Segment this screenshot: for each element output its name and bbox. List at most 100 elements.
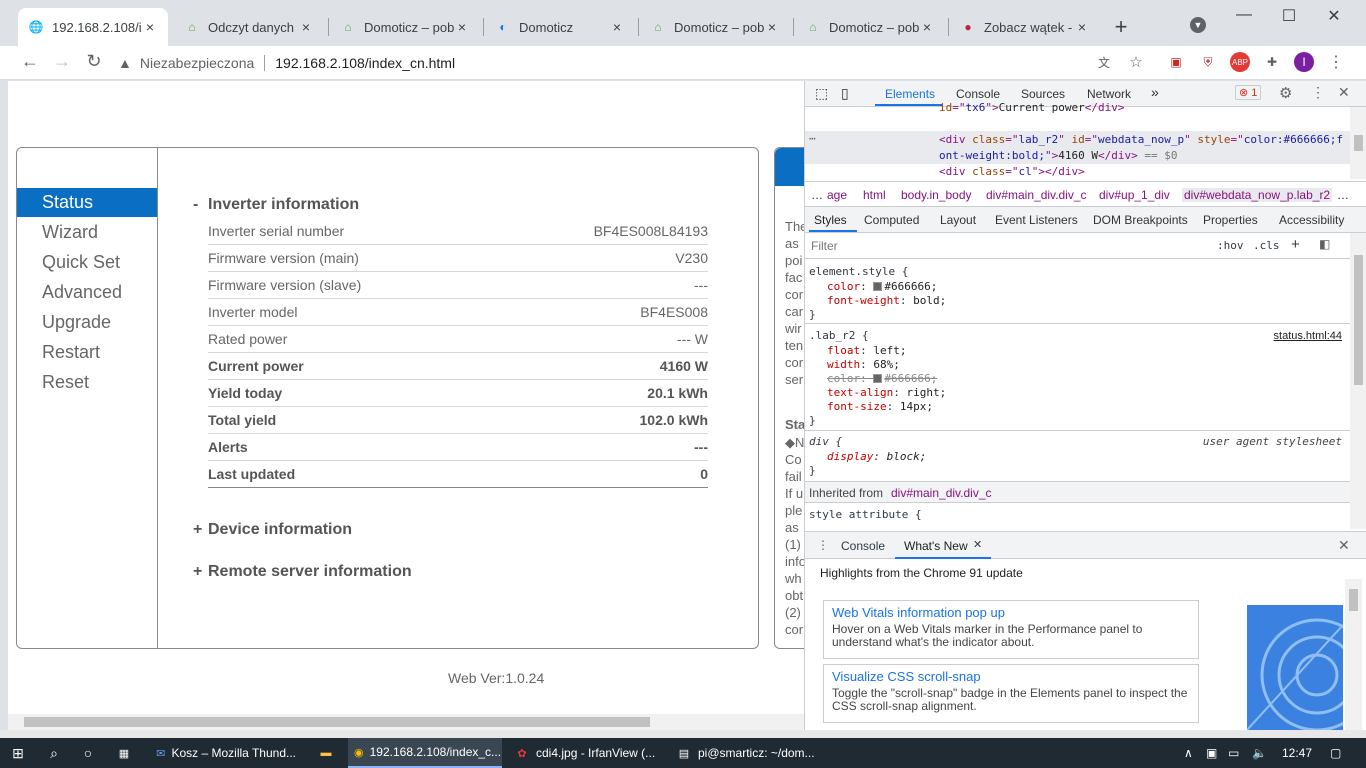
subtab-computed[interactable]: Computed: [864, 213, 919, 227]
browser-tab-2[interactable]: ⌂ Odczyt danych z ×: [174, 8, 324, 46]
feature-card[interactable]: Visualize CSS scroll-snap Toggle the "sc…: [823, 664, 1199, 723]
dom-line-selected-cont[interactable]: ont-weight:bold;">4160 W</div> == $0: [939, 148, 1177, 164]
style-selector[interactable]: div {: [809, 435, 842, 450]
back-arrow-icon[interactable]: ←: [18, 51, 42, 72]
inspect-element-icon[interactable]: ⬚: [815, 85, 828, 102]
drawer-tab-whats-new[interactable]: What's New: [904, 539, 968, 553]
error-badge[interactable]: ⊗ 1: [1235, 85, 1262, 100]
style-selector[interactable]: style attribute {: [809, 508, 922, 523]
subtab-properties[interactable]: Properties: [1203, 213, 1258, 227]
feature-card[interactable]: Web Vitals information pop up Hover on a…: [823, 600, 1199, 659]
taskbar-app-chrome[interactable]: ◉ 192.168.2.108/index_c...: [348, 738, 502, 768]
close-window-icon[interactable]: ✕: [1324, 6, 1344, 26]
scrollbar-thumb[interactable]: [1354, 255, 1363, 385]
bookmark-star-icon[interactable]: ☆: [1126, 52, 1146, 72]
sidebar-item-status[interactable]: Status: [17, 188, 157, 217]
url-text[interactable]: 192.168.2.108/index_cn.html: [275, 55, 455, 71]
forward-arrow-icon[interactable]: →: [50, 51, 74, 72]
cls-toggle[interactable]: .cls: [1253, 239, 1280, 252]
search-button[interactable]: ⌕: [40, 738, 74, 768]
inverter-section-header[interactable]: - Inverter information: [193, 196, 713, 214]
subtab-event-listeners[interactable]: Event Listeners: [995, 213, 1078, 227]
warning-triangle-icon[interactable]: ▲: [118, 55, 132, 71]
close-tab-icon[interactable]: ×: [142, 19, 158, 35]
cortana-button[interactable]: ○: [74, 738, 108, 768]
section-title[interactable]: Inverter information: [208, 196, 359, 214]
elements-scrollbar[interactable]: [1350, 107, 1366, 179]
filter-input[interactable]: Filter: [811, 239, 838, 253]
reload-icon[interactable]: ↻: [82, 51, 106, 72]
sidebar-item-upgrade[interactable]: Upgrade: [17, 308, 157, 337]
close-drawer-tab-icon[interactable]: ✕: [973, 538, 982, 551]
style-selector[interactable]: element.style {: [809, 265, 908, 280]
close-tab-icon[interactable]: ×: [1074, 19, 1090, 35]
subtab-layout[interactable]: Layout: [940, 213, 976, 227]
tray-chevron-icon[interactable]: ∧: [1184, 746, 1193, 760]
style-decl[interactable]: width: 68%;: [827, 358, 900, 373]
pocket-extension-icon[interactable]: ▣: [1166, 52, 1186, 72]
drawer-tab-console[interactable]: Console: [841, 539, 885, 553]
taskbar-app-terminal[interactable]: ▤ pi@smarticz: ~/dom...: [670, 738, 824, 768]
style-decl[interactable]: display: block;: [827, 450, 926, 465]
style-decl-overridden[interactable]: color: #666666;: [827, 372, 937, 387]
sidebar-item-wizard[interactable]: Wizard: [17, 218, 157, 247]
close-devtools-icon[interactable]: ✕: [1338, 84, 1350, 101]
browser-tab-3[interactable]: ⌂ Domoticz – pobi ×: [330, 8, 480, 46]
new-style-rule-icon[interactable]: +: [1291, 236, 1300, 253]
style-selector[interactable]: .lab_r2 {: [809, 329, 869, 344]
scrollbar-thumb[interactable]: [1349, 589, 1358, 611]
dom-line-next[interactable]: <div class="cl"></div>: [939, 164, 1085, 180]
volume-icon[interactable]: 🔈: [1252, 746, 1267, 760]
tab-network[interactable]: Network: [1087, 87, 1131, 101]
remote-section-header[interactable]: + Remote server information: [193, 563, 713, 581]
sidebar-item-reset[interactable]: Reset: [17, 368, 157, 397]
whats-new-scrollbar[interactable]: [1345, 579, 1362, 730]
start-button[interactable]: ⊞: [4, 738, 38, 768]
style-source-link[interactable]: status.html:44: [1274, 329, 1342, 344]
new-tab-button[interactable]: +: [1110, 14, 1132, 40]
drawer-menu-icon[interactable]: ⋮: [817, 538, 829, 552]
close-tab-icon[interactable]: ×: [298, 19, 314, 35]
breadcrumb-item[interactable]: body.in_body: [901, 188, 972, 202]
style-decl[interactable]: font-weight: bold;: [827, 294, 946, 309]
subtab-dom-breakpoints[interactable]: DOM Breakpoints: [1093, 213, 1188, 227]
color-swatch[interactable]: [873, 374, 883, 383]
taskbar-app-irfanview[interactable]: ✿ cdi4.jpg - IrfanView (...: [508, 738, 664, 768]
browser-tab-1[interactable]: 🌐 192.168.2.108/in ×: [18, 8, 168, 46]
browser-tab-4[interactable]: ◐ Domoticz ×: [485, 8, 635, 46]
taskbar-app-explorer[interactable]: ▬: [312, 738, 346, 768]
breadcrumb-item[interactable]: div#up_1_div: [1099, 188, 1170, 202]
breadcrumb-item[interactable]: div#main_div.div_c: [986, 188, 1087, 202]
tray-app-icon[interactable]: ▣: [1206, 746, 1217, 760]
subtab-accessibility[interactable]: Accessibility: [1279, 213, 1344, 227]
extensions-puzzle-icon[interactable]: ✚: [1262, 52, 1282, 72]
dom-line-partial[interactable]: id="tx6">Current power</div>: [939, 100, 1124, 116]
breadcrumb-more[interactable]: …: [811, 188, 823, 202]
style-decl[interactable]: font-size: 14px;: [827, 400, 933, 415]
close-tab-icon[interactable]: ×: [454, 19, 470, 35]
subtab-styles[interactable]: Styles: [814, 213, 847, 227]
tab-search-icon[interactable]: ▼: [1190, 17, 1206, 33]
section-title[interactable]: Device information: [208, 521, 352, 539]
close-tab-icon[interactable]: ×: [609, 19, 625, 35]
hov-toggle[interactable]: :hov: [1217, 239, 1244, 252]
card-title[interactable]: Visualize CSS scroll-snap: [832, 669, 1190, 684]
browser-tab-7[interactable]: ● Zobacz wątek - S ×: [950, 8, 1100, 46]
breadcrumb-more[interactable]: …: [1337, 188, 1349, 202]
breadcrumb-item[interactable]: html: [863, 188, 886, 202]
styles-scrollbar[interactable]: [1350, 233, 1366, 529]
breadcrumb-item[interactable]: age: [827, 188, 847, 202]
menu-kebab-icon[interactable]: ⋮: [1326, 52, 1346, 72]
profile-avatar[interactable]: I: [1294, 52, 1314, 72]
sidebar-item-advanced[interactable]: Advanced: [17, 278, 157, 307]
section-title[interactable]: Remote server information: [208, 563, 412, 581]
taskbar-app-thunderbird[interactable]: ✉ Kosz – Mozilla Thund...: [150, 738, 302, 768]
style-decl[interactable]: text-align: right;: [827, 386, 946, 401]
clock[interactable]: 12:47: [1282, 746, 1312, 760]
shield-extension-icon[interactable]: ⛨: [1198, 52, 1218, 72]
close-tab-icon[interactable]: ×: [764, 19, 780, 35]
address-bar[interactable]: ▲ Niezabezpieczona 192.168.2.108/index_c…: [118, 50, 1118, 76]
scrollbar-thumb[interactable]: [1354, 135, 1363, 151]
tab-console[interactable]: Console: [956, 87, 1000, 101]
task-view-button[interactable]: ▦: [110, 738, 144, 768]
